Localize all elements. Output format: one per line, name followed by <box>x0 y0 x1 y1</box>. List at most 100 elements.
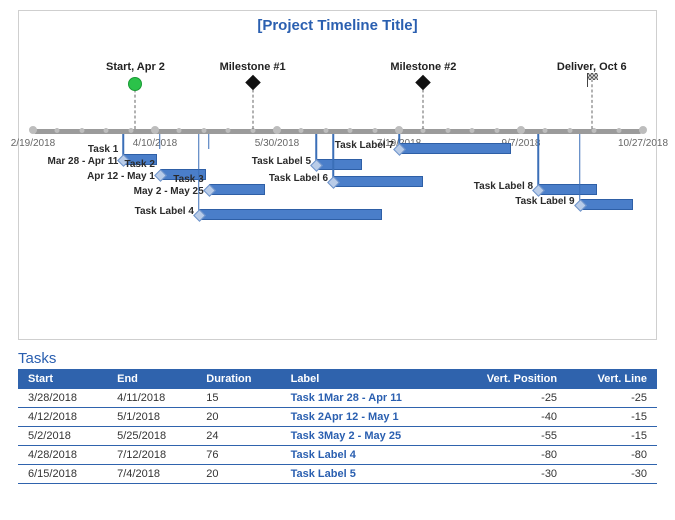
chart-title: [Project Timeline Title] <box>19 17 656 34</box>
table-title: Tasks <box>18 350 657 367</box>
col-label: Label <box>281 369 451 389</box>
axis-minor-tick <box>372 128 377 133</box>
cell-label: Task Label 4 <box>281 446 451 465</box>
circle-icon <box>128 77 142 91</box>
cell-start: 3/28/2018 <box>18 389 107 408</box>
milestone-label: Milestone #2 <box>390 61 456 73</box>
task-label: Task Label 4 <box>129 206 194 218</box>
task-connector <box>159 134 161 149</box>
cell-vline: -15 <box>567 408 657 427</box>
col-end: End <box>107 369 196 389</box>
axis-tick <box>639 126 647 134</box>
axis-minor-tick <box>348 128 353 133</box>
cell-label: Task 1Mar 28 - Apr 11 <box>281 389 451 408</box>
milestone-label: Milestone #1 <box>220 61 286 73</box>
axis-minor-tick <box>128 128 133 133</box>
diamond-icon <box>416 75 432 91</box>
axis-minor-tick <box>445 128 450 133</box>
axis-minor-tick <box>226 128 231 133</box>
axis-minor-tick <box>55 128 60 133</box>
col-duration: Duration <box>196 369 280 389</box>
milestone-label: Deliver, Oct 6 <box>557 61 627 73</box>
cell-vline: -25 <box>567 389 657 408</box>
axis-minor-tick <box>323 128 328 133</box>
cell-start: 4/28/2018 <box>18 446 107 465</box>
col-start: Start <box>18 369 107 389</box>
cell-end: 4/11/2018 <box>107 389 196 408</box>
cell-duration: 24 <box>196 427 280 446</box>
table-row: 6/15/20187/4/201820Task Label 5-30-30 <box>18 465 657 484</box>
table-row: 5/2/20185/25/201824Task 3May 2 - May 25-… <box>18 427 657 446</box>
cell-vline: -30 <box>567 465 657 484</box>
cell-label: Task Label 5 <box>281 465 451 484</box>
cell-duration: 20 <box>196 465 280 484</box>
task-connector <box>579 134 581 204</box>
cell-label: Task 3May 2 - May 25 <box>281 427 451 446</box>
axis-minor-tick <box>104 128 109 133</box>
diamond-icon <box>245 75 261 91</box>
task-label: Task Label 7 <box>329 140 394 152</box>
task-connector <box>208 134 210 149</box>
page: [Project Timeline Title] 2/19/20184/10/2… <box>0 0 675 520</box>
task-connector <box>537 134 539 189</box>
task-label: Task Label 9 <box>510 196 575 208</box>
task-connector <box>198 134 200 214</box>
cell-vpos: -40 <box>450 408 567 427</box>
axis-minor-tick <box>177 128 182 133</box>
axis-minor-tick <box>543 128 548 133</box>
task-bar <box>580 199 634 210</box>
cell-end: 5/25/2018 <box>107 427 196 446</box>
col-vline: Vert. Line <box>567 369 657 389</box>
task-label: Task Label 6 <box>263 173 328 185</box>
flag-icon <box>585 73 599 87</box>
task-bar <box>316 159 362 170</box>
cell-vline: -15 <box>567 427 657 446</box>
axis-minor-tick <box>299 128 304 133</box>
axis-tick <box>273 126 281 134</box>
task-label: Task Label 8 <box>468 181 533 193</box>
axis-minor-tick <box>79 128 84 133</box>
table-row: 4/28/20187/12/201876Task Label 4-80-80 <box>18 446 657 465</box>
cell-label: Task 2Apr 12 - May 1 <box>281 408 451 427</box>
axis-minor-tick <box>567 128 572 133</box>
tasks-table: Start End Duration Label Vert. Position … <box>18 369 657 484</box>
cell-vpos: -80 <box>450 446 567 465</box>
cell-end: 5/1/2018 <box>107 408 196 427</box>
cell-duration: 76 <box>196 446 280 465</box>
task-bar <box>538 184 597 195</box>
cell-end: 7/4/2018 <box>107 465 196 484</box>
timeline-chart-card: [Project Timeline Title] 2/19/20184/10/2… <box>18 10 657 340</box>
axis-minor-tick <box>201 128 206 133</box>
axis-tick <box>151 126 159 134</box>
task-bar <box>399 143 511 154</box>
axis-minor-tick <box>470 128 475 133</box>
cell-vpos: -55 <box>450 427 567 446</box>
cell-vpos: -25 <box>450 389 567 408</box>
col-vpos: Vert. Position <box>450 369 567 389</box>
cell-duration: 20 <box>196 408 280 427</box>
task-label: Task 3May 2 - May 25 <box>114 174 204 198</box>
axis-tick <box>29 126 37 134</box>
axis-minor-tick <box>592 128 597 133</box>
task-bar <box>333 176 423 187</box>
task-label: Task Label 5 <box>246 156 311 168</box>
cell-end: 7/12/2018 <box>107 446 196 465</box>
axis-tick-label: 4/10/2018 <box>133 138 178 149</box>
cell-start: 6/15/2018 <box>18 465 107 484</box>
task-bar <box>199 209 382 220</box>
axis-tick <box>395 126 403 134</box>
table-header-row: Start End Duration Label Vert. Position … <box>18 369 657 389</box>
cell-start: 5/2/2018 <box>18 427 107 446</box>
axis-tick-label: 5/30/2018 <box>255 138 300 149</box>
tasks-table-section: Tasks Start End Duration Label Vert. Pos… <box>18 350 657 484</box>
cell-start: 4/12/2018 <box>18 408 107 427</box>
task-bar <box>209 184 265 195</box>
table-row: 3/28/20184/11/201815Task 1Mar 28 - Apr 1… <box>18 389 657 408</box>
cell-vpos: -30 <box>450 465 567 484</box>
cell-duration: 15 <box>196 389 280 408</box>
axis-minor-tick <box>494 128 499 133</box>
time-axis <box>33 129 642 134</box>
timeline-chart: 2/19/20184/10/20185/30/20187/19/20189/7/… <box>33 39 642 327</box>
axis-tick-label: 10/27/2018 <box>618 138 668 149</box>
table-row: 4/12/20185/1/201820Task 2Apr 12 - May 1-… <box>18 408 657 427</box>
